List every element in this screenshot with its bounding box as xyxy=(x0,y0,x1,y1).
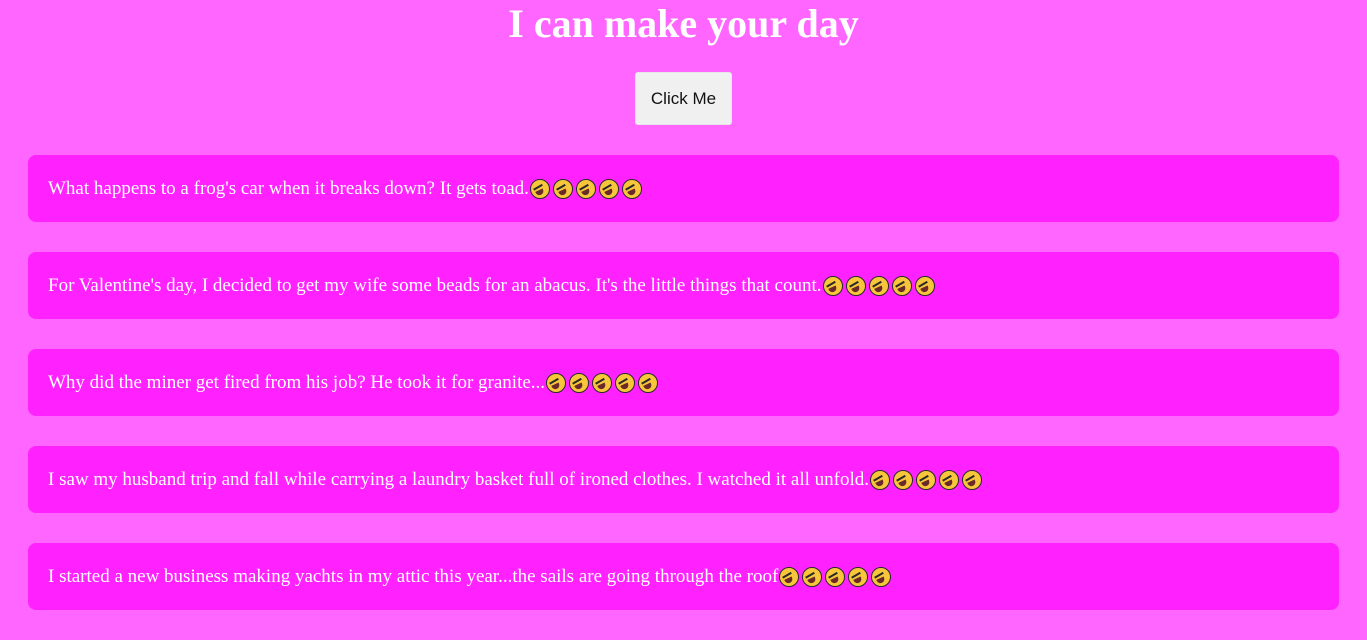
rofl-icon xyxy=(638,372,659,393)
rofl-icon xyxy=(592,372,613,393)
emoji-group xyxy=(779,566,892,587)
joke-text: For Valentine's day, I decided to get my… xyxy=(48,274,822,296)
rofl-icon xyxy=(529,178,550,199)
joke-card: Why did the miner get fired from his job… xyxy=(28,349,1339,416)
rofl-icon xyxy=(891,275,912,296)
joke-card: For Valentine's day, I decided to get my… xyxy=(28,252,1339,319)
emoji-group xyxy=(822,275,935,296)
joke-text: I started a new business making yachts i… xyxy=(48,565,779,587)
rofl-icon xyxy=(615,372,636,393)
joke-card: What happens to a frog's car when it bre… xyxy=(28,155,1339,222)
rofl-icon xyxy=(845,275,866,296)
rofl-icon xyxy=(621,178,642,199)
rofl-icon xyxy=(779,566,800,587)
rofl-icon xyxy=(871,566,892,587)
joke-card: I saw my husband trip and fall while car… xyxy=(28,446,1339,513)
rofl-icon xyxy=(916,469,936,490)
rofl-icon xyxy=(914,275,935,296)
emoji-group xyxy=(546,372,659,393)
emoji-group xyxy=(870,469,982,490)
joke-text: What happens to a frog's car when it bre… xyxy=(48,177,529,199)
joke-text: Why did the miner get fired from his job… xyxy=(48,371,546,393)
joke-card: I started a new business making yachts i… xyxy=(28,543,1339,610)
rofl-icon xyxy=(802,566,823,587)
rofl-icon xyxy=(575,178,596,199)
page-title: I can make your day xyxy=(508,1,859,46)
rofl-icon xyxy=(825,566,846,587)
rofl-icon xyxy=(552,178,573,199)
joke-list: What happens to a frog's car when it bre… xyxy=(28,155,1339,640)
rofl-icon xyxy=(598,178,619,199)
emoji-group xyxy=(529,178,642,199)
rofl-icon xyxy=(893,469,913,490)
rofl-icon xyxy=(546,372,567,393)
rofl-icon xyxy=(962,469,982,490)
rofl-icon xyxy=(822,275,843,296)
joke-text: I saw my husband trip and fall while car… xyxy=(48,468,869,490)
click-me-button[interactable]: Click Me xyxy=(635,72,732,125)
rofl-icon xyxy=(569,372,590,393)
rofl-icon xyxy=(848,566,869,587)
rofl-icon xyxy=(870,469,890,490)
rofl-icon xyxy=(939,469,959,490)
rofl-icon xyxy=(868,275,889,296)
